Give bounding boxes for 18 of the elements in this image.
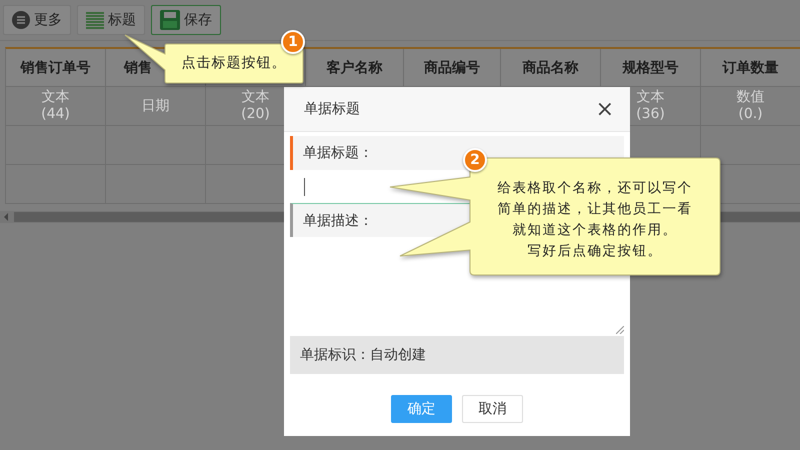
field-type-label: 数值 (0.)	[736, 89, 764, 123]
dialog-title: 单据标题	[304, 100, 360, 118]
identifier-label: 单据标识：自动创建	[290, 336, 624, 374]
callout-text: 就知道这个表格的作用。	[512, 221, 678, 240]
column-header: 商品名称	[501, 49, 601, 87]
field-type-label: 日期	[142, 98, 170, 114]
field-type-label: 文本 (44)	[41, 89, 70, 123]
column-header: 客户名称	[306, 49, 404, 87]
field-type-label: 文本 (36)	[636, 89, 665, 123]
callout-text: 给表格取个名称，还可以写个	[498, 179, 692, 198]
column-header: 商品编号	[404, 49, 501, 87]
field-type-label: 文本 (20)	[241, 89, 270, 123]
column-header: 订单数量	[701, 49, 800, 87]
callout-text: 简单的描述，让其他员工一看	[498, 200, 692, 219]
column-header: 规格型号	[601, 49, 701, 87]
column-header: 销售订单号	[6, 49, 106, 87]
step-number-badge: 1	[281, 30, 305, 54]
callout-text: 写好后点确定按钮。	[528, 242, 662, 261]
